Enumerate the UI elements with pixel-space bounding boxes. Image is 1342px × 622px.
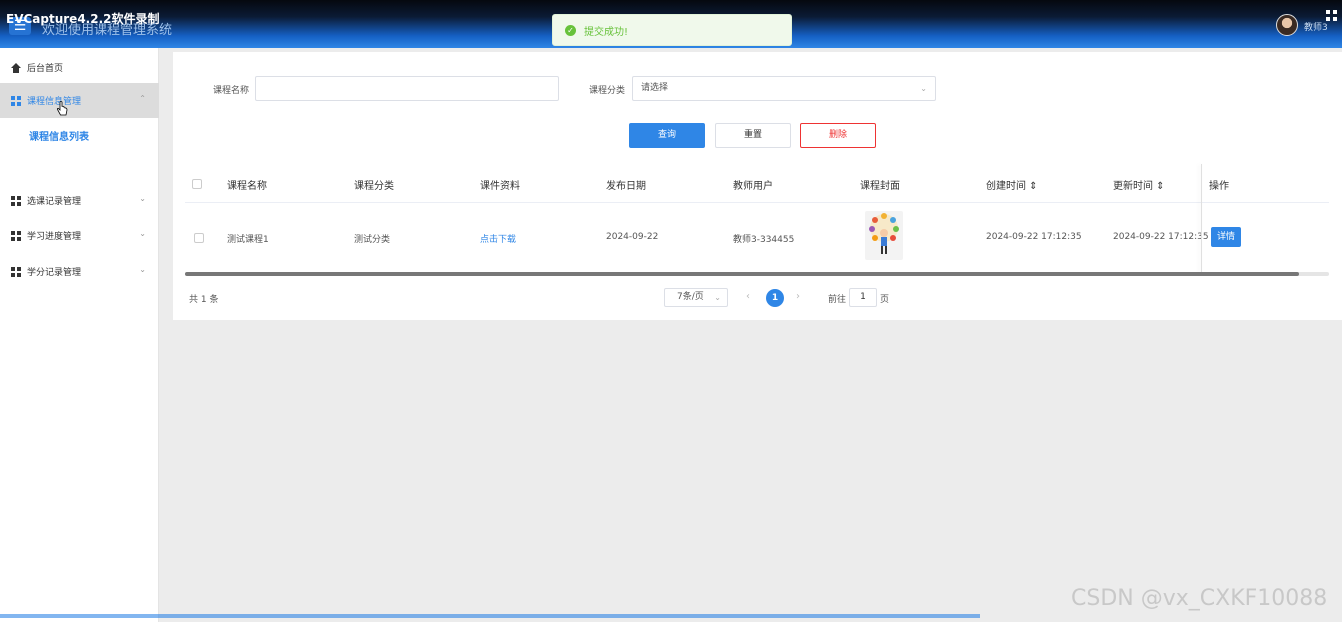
column-header: 课件资料 — [480, 181, 520, 192]
recorder-label: EVCapture4.2.2软件录制 — [6, 12, 160, 26]
csdn-watermark: CSDN @vx_CXKF10088 — [1071, 586, 1328, 611]
cover-illustration — [869, 213, 899, 254]
chevron-down-icon: ⌄ — [920, 84, 927, 93]
cell-created-time: 2024-09-22 17:12:35 — [986, 232, 1082, 242]
row-divider — [185, 202, 1329, 203]
sidebar-item-home[interactable]: 后台首页 — [0, 50, 159, 85]
page-size-value: 7条/页 — [677, 292, 704, 302]
cell-course-category: 测试分类 — [354, 235, 391, 245]
grid-icon — [11, 195, 21, 206]
cell-updated-time: 2024-09-22 17:12:35 — [1113, 232, 1209, 242]
course-cover-image[interactable] — [865, 211, 903, 260]
grid-icon — [11, 95, 21, 106]
pagination-total: 共 1 条 — [189, 295, 219, 305]
hand-cursor-icon — [56, 101, 68, 116]
page-number-current[interactable]: 1 — [766, 289, 784, 307]
goto-page-input[interactable]: 1 — [849, 288, 877, 307]
cell-teacher: 教师3-334455 — [733, 235, 795, 245]
reset-button[interactable]: 重置 — [715, 123, 791, 148]
column-header: 发布日期 — [606, 181, 646, 192]
chevron-down-icon: ⌄ — [139, 194, 146, 203]
sidebar: 后台首页 课程信息管理 ⌃ 课程信息列表 选课记录管理 ⌄ 学习进度管理 ⌄ 学… — [0, 48, 159, 622]
chevron-down-icon: ⌄ — [139, 265, 146, 274]
goto-prefix: 前往 — [828, 295, 847, 305]
content-panel: 课程名称 课程分类 请选择 ⌄ 查询 重置 删除 课程名称 课程分类 课件资料 … — [173, 52, 1342, 320]
prev-page-icon[interactable]: ‹ — [746, 291, 750, 302]
sidebar-item-credits[interactable]: 学分记录管理 ⌄ — [0, 254, 159, 289]
home-icon — [11, 62, 21, 73]
sidebar-item-label: 选课记录管理 — [27, 197, 82, 207]
row-checkbox[interactable] — [194, 233, 204, 243]
download-link[interactable]: 点击下载 — [480, 232, 516, 245]
column-header-sortable[interactable]: 更新时间 ⇕ — [1113, 177, 1165, 192]
sidebar-item-enrollment[interactable]: 选课记录管理 ⌄ — [0, 183, 159, 218]
course-category-label: 课程分类 — [589, 86, 626, 96]
success-toast: ✓ 提交成功! — [552, 14, 792, 46]
cell-course-name: 测试课程1 — [227, 235, 269, 245]
sidebar-item-label: 学习进度管理 — [27, 232, 82, 242]
user-avatar[interactable] — [1276, 14, 1298, 36]
fixed-column-divider — [1201, 164, 1202, 274]
page-size-select[interactable]: 7条/页 ⌄ — [664, 288, 728, 307]
column-header: 课程封面 — [860, 181, 900, 192]
cell-publish-date: 2024-09-22 — [606, 232, 659, 242]
fullscreen-icon[interactable] — [1326, 10, 1338, 22]
chevron-down-icon: ⌄ — [139, 229, 146, 238]
chevron-down-icon: ⌄ — [714, 293, 721, 302]
column-header: 教师用户 — [733, 181, 773, 192]
next-page-icon[interactable]: › — [796, 291, 800, 302]
column-header: 课程名称 — [227, 181, 267, 192]
chevron-up-icon: ⌃ — [139, 94, 146, 103]
toast-message: 提交成功! — [584, 26, 629, 38]
course-category-select[interactable]: 请选择 ⌄ — [632, 76, 936, 101]
sidebar-item-course-info[interactable]: 课程信息管理 ⌃ — [0, 83, 159, 118]
detail-button[interactable]: 详情 — [1211, 227, 1241, 247]
column-header: 操作 — [1209, 181, 1229, 192]
sidebar-item-progress[interactable]: 学习进度管理 ⌄ — [0, 218, 159, 253]
select-all-checkbox[interactable] — [192, 179, 202, 189]
sidebar-item-label: 课程信息管理 — [27, 97, 82, 107]
horizontal-scrollbar[interactable] — [185, 272, 1299, 276]
sidebar-item-label: 后台首页 — [27, 64, 64, 74]
grid-icon — [11, 266, 21, 277]
delete-button[interactable]: 删除 — [800, 123, 876, 148]
check-circle-icon: ✓ — [565, 24, 576, 36]
course-name-label: 课程名称 — [213, 86, 250, 96]
course-name-input[interactable] — [255, 76, 559, 101]
select-placeholder: 请选择 — [641, 83, 669, 93]
grid-icon — [11, 230, 21, 241]
sidebar-item-label: 学分记录管理 — [27, 268, 82, 278]
bottom-progress-bar — [0, 614, 980, 618]
query-button[interactable]: 查询 — [629, 123, 705, 148]
column-header: 课程分类 — [354, 181, 394, 192]
user-name[interactable]: 教师3 — [1304, 20, 1328, 33]
column-header-sortable[interactable]: 创建时间 ⇕ — [986, 177, 1038, 192]
sidebar-subitem-course-list[interactable]: 课程信息列表 — [29, 128, 89, 143]
goto-suffix: 页 — [880, 295, 890, 305]
